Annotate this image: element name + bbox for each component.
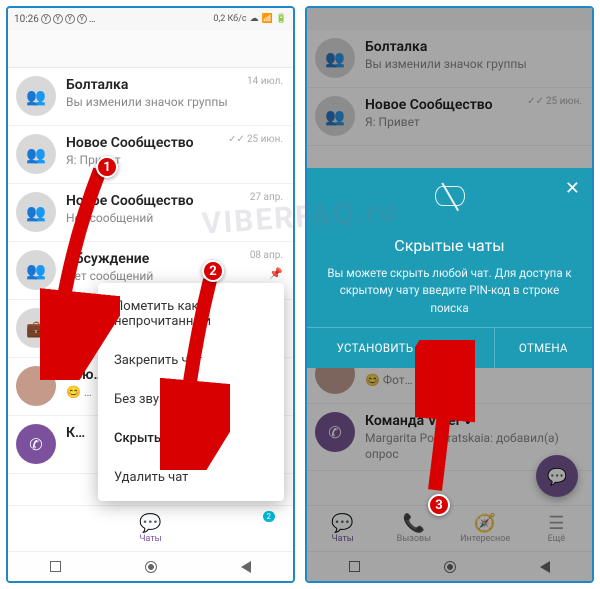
dialog-actions: УСТАНОВИТЬ PIN-КОД ОТМЕНА	[307, 327, 592, 368]
bottom-nav: 💬 Чаты 2	[8, 505, 293, 551]
user-avatar	[16, 366, 56, 406]
annotation-marker-2: 2	[202, 260, 224, 282]
chat-row[interactable]: 👥 Новое Сообщество Нет сообщений 27 апр.	[8, 184, 293, 242]
chat-time: 08 апр.	[250, 250, 283, 261]
chat-row[interactable]: 👥 Новое Сообщество Я: Привет ✓✓25 июн.	[8, 126, 293, 184]
chat-icon: 💬	[8, 513, 293, 534]
chat-title: Команда Viber ✔	[365, 412, 582, 430]
status-app-icon: Y	[53, 14, 63, 24]
phone-right: 👥 Болталка Вы изменили значок группы 👥 Н…	[305, 6, 594, 583]
chat-title: Новое Сообщество	[66, 134, 224, 152]
nav-badge: 2	[263, 511, 276, 522]
recent-apps-icon[interactable]	[50, 561, 61, 572]
compass-icon: 🧭	[450, 513, 521, 534]
close-icon[interactable]: ✕	[565, 178, 580, 199]
pin-icon: 📌	[269, 267, 283, 280]
chat-row: 👥 Болталка Вы изменили значок группы	[307, 30, 592, 88]
chat-subtitle: Вы изменили значок группы	[365, 57, 582, 73]
signal-icon: 📶	[262, 14, 273, 24]
viber-avatar: ✆	[16, 424, 56, 464]
chat-subtitle: Я: Привет	[365, 115, 523, 131]
tabbar	[8, 30, 293, 68]
android-nav	[8, 551, 293, 581]
battery-icon: 🔋	[276, 14, 287, 24]
ctx-hide-chat[interactable]: Скрыть чат	[98, 419, 284, 458]
bottom-nav: 💬Чаты 📞Вызовы 🧭Интересное ☰Ещё	[307, 505, 592, 551]
nav-explore[interactable]: 🧭Интересное	[450, 513, 521, 544]
nav-more[interactable]: ☰Ещё	[521, 513, 592, 544]
chat-subtitle: Вы изменили значок группы	[66, 95, 243, 111]
menu-icon: ☰	[521, 513, 592, 534]
chat-time: ✓✓25 июн.	[527, 96, 582, 107]
ctx-pin-chat[interactable]: Закрепить чат	[98, 341, 284, 380]
status-app-icon: Y	[65, 14, 75, 24]
nav-calls[interactable]: 📞Вызовы	[378, 513, 449, 544]
dialog-text: Вы можете скрыть любой чат. Для доступа …	[323, 265, 576, 317]
chat-time: ✓✓25 июн.	[228, 134, 283, 145]
chat-title: Новое Сообщество	[66, 192, 246, 210]
read-checkmarks-icon: ✓✓	[527, 96, 544, 107]
home-icon[interactable]	[444, 561, 456, 573]
viber-avatar: ✆	[315, 412, 355, 452]
nav-label: Вызовы	[397, 534, 431, 544]
recent-apps-icon[interactable]	[349, 561, 360, 572]
chat-title: Болталка	[365, 38, 582, 56]
chat-row[interactable]: 👥 Болталка Вы изменили значок группы 14 …	[8, 68, 293, 126]
group-avatar: 👥	[16, 134, 56, 174]
ctx-mark-unread[interactable]: Пометить как непрочитанный	[98, 287, 284, 341]
nav-label: Чаты	[139, 534, 161, 544]
ctx-delete-chat[interactable]: Удалить чат	[98, 458, 284, 497]
status-app-icon: Y	[77, 14, 87, 24]
status-speed: 0,2 Кб/с	[213, 14, 246, 24]
nav-chats[interactable]: 💬 Чаты 2	[8, 513, 293, 544]
cloud-icon: ☁	[250, 14, 259, 24]
group-avatar: 👥	[16, 76, 56, 116]
phone-left: 10:26 Y Y Y Y … 0,2 Кб/с ☁ 📶 🔋 👥 Болталк…	[6, 6, 295, 583]
context-menu: Пометить как непрочитанный Закрепить чат…	[98, 283, 284, 501]
nav-label: Ещё	[548, 534, 565, 544]
dialog-title: Скрытые чаты	[323, 236, 576, 255]
chat-time: 14 июл.	[247, 76, 283, 87]
back-icon[interactable]	[241, 561, 251, 573]
status-bar	[307, 8, 592, 30]
eye-off-icon	[435, 186, 465, 206]
chat-time: 27 апр.	[250, 192, 283, 203]
nav-chats[interactable]: 💬Чаты	[307, 513, 378, 544]
hidden-chats-dialog: ✕ Скрытые чаты Вы можете скрыть любой ча…	[307, 168, 592, 368]
status-time: 10:26	[14, 14, 39, 25]
group-avatar: 👥	[16, 250, 56, 290]
group-avatar: 👥	[315, 38, 355, 78]
android-nav	[307, 551, 592, 581]
nav-label: Интересное	[460, 534, 510, 544]
chat-subtitle: 😊 Фот…	[365, 373, 582, 389]
status-bar: 10:26 Y Y Y Y … 0,2 Кб/с ☁ 📶 🔋	[8, 8, 293, 30]
compose-fab[interactable]: 💬	[536, 455, 578, 497]
nav-label: Чаты	[331, 534, 353, 544]
group-avatar: 👥	[16, 192, 56, 232]
group-avatar: 💼	[16, 308, 56, 348]
chat-row: 👥 Новое Сообщество Я: Привет ✓✓25 июн.	[307, 88, 592, 146]
phone-icon: 📞	[378, 513, 449, 534]
annotation-marker-3: 3	[428, 494, 450, 516]
chat-subtitle: Нет сообщений	[66, 211, 246, 227]
annotation-marker-1: 1	[96, 156, 118, 178]
chat-title: Новое Сообщество	[365, 96, 523, 114]
status-app-icon: Y	[41, 14, 51, 24]
read-checkmarks-icon: ✓✓	[228, 134, 245, 145]
cancel-button[interactable]: ОТМЕНА	[495, 328, 592, 368]
group-avatar: 👥	[315, 96, 355, 136]
chat-title: Болталка	[66, 76, 243, 94]
ctx-mute[interactable]: Без звука	[98, 380, 284, 419]
set-pin-button[interactable]: УСТАНОВИТЬ PIN-КОД	[307, 328, 495, 368]
back-icon[interactable]	[540, 561, 550, 573]
status-more-icon: …	[89, 14, 96, 25]
chat-subtitle: Я: Привет	[66, 153, 224, 169]
home-icon[interactable]	[145, 561, 157, 573]
chat-icon: 💬	[307, 513, 378, 534]
